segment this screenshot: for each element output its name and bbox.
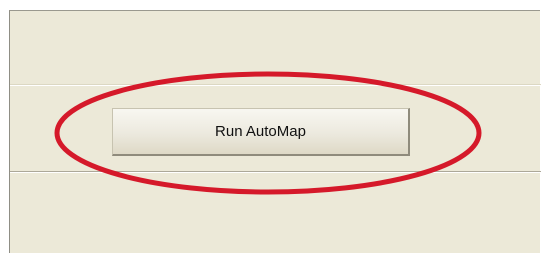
- run-automap-button[interactable]: Run AutoMap: [112, 108, 410, 156]
- screenshot-frame: Run AutoMap: [0, 0, 542, 255]
- separator-line-bottom: [10, 171, 541, 173]
- separator-line-top: [10, 84, 541, 86]
